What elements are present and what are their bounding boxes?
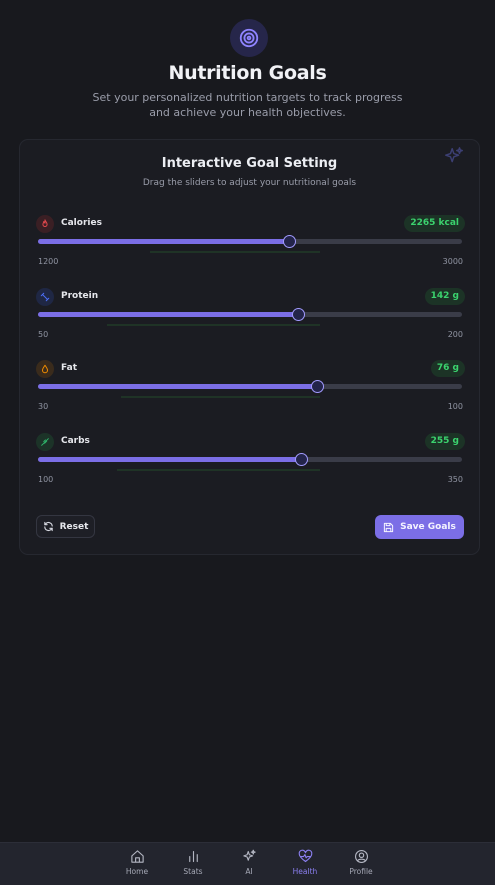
goal-value-badge: 76 g — [430, 360, 465, 377]
nav-label: Profile — [349, 867, 373, 876]
sparkles-icon — [242, 849, 256, 861]
slider-fill — [38, 457, 301, 462]
target-range-indicator — [121, 396, 320, 398]
goal-label: Carbs — [61, 436, 90, 446]
nav-item-ai[interactable]: AI — [229, 849, 269, 876]
target-range-indicator — [150, 251, 320, 253]
slider-thumb[interactable] — [282, 235, 296, 248]
carbs-slider[interactable] — [38, 453, 462, 466]
calories-slider[interactable] — [38, 235, 462, 248]
goal-label: Calories — [61, 218, 102, 228]
goal-value-badge: 2265 kcal — [404, 215, 465, 232]
card-title: Interactive Goal Setting — [161, 156, 338, 171]
goal-carbs: Carbs 255 g 100 350 — [36, 433, 465, 503]
goal-fat: Fat 76 g 30 100 — [36, 360, 465, 430]
save-goals-button[interactable]: Save Goals — [375, 515, 464, 539]
home-icon — [130, 850, 144, 863]
nav-label: Stats — [183, 867, 203, 876]
page-subtitle: Set your personalized nutrition targets … — [92, 91, 403, 119]
nav-item-stats[interactable]: Stats — [173, 849, 213, 876]
slider-fill — [38, 312, 299, 317]
nav-label: Home — [125, 867, 149, 876]
range-min-label: 30 — [38, 402, 49, 411]
goal-protein: Protein 142 g 50 200 — [36, 288, 465, 358]
heart-pulse-icon — [298, 849, 312, 863]
droplet-icon — [36, 360, 54, 378]
save-icon — [383, 522, 394, 532]
bottom-nav: Home Stats AI Health Profile — [0, 842, 495, 885]
slider-fill — [38, 384, 317, 389]
target-range-indicator — [117, 469, 320, 471]
goal-label: Protein — [61, 291, 99, 301]
save-label: Save Goals — [400, 522, 456, 532]
fat-slider[interactable] — [38, 380, 462, 393]
refresh-icon — [43, 521, 53, 532]
range-max-label: 350 — [447, 475, 463, 484]
reset-button[interactable]: Reset — [36, 515, 95, 538]
nav-item-home[interactable]: Home — [117, 849, 157, 876]
slider-thumb[interactable] — [292, 308, 306, 321]
wheat-icon — [36, 433, 54, 451]
slider-thumb[interactable] — [294, 453, 308, 466]
goal-setting-card: Interactive Goal Setting Drag the slider… — [19, 139, 480, 555]
target-icon — [230, 19, 268, 57]
range-max-label: 3000 — [442, 257, 463, 266]
page-title: Nutrition Goals — [168, 62, 327, 84]
protein-slider[interactable] — [38, 308, 462, 321]
reset-label: Reset — [59, 521, 89, 532]
nav-label: AI — [245, 867, 253, 876]
goal-label: Fat — [61, 363, 77, 373]
nav-item-health[interactable]: Health — [285, 849, 325, 876]
nav-item-profile[interactable]: Profile — [341, 849, 381, 876]
range-max-label: 100 — [447, 402, 463, 411]
goal-value-badge: 142 g — [424, 288, 465, 305]
user-circle-icon — [354, 850, 368, 863]
flame-icon — [36, 215, 54, 233]
range-min-label: 100 — [38, 475, 54, 484]
goal-value-badge: 255 g — [424, 433, 465, 450]
target-range-indicator — [107, 324, 320, 326]
dumbbell-icon — [36, 288, 54, 306]
card-subtitle: Drag the sliders to adjust your nutritio… — [142, 178, 357, 188]
slider-thumb[interactable] — [310, 380, 324, 393]
goal-calories: Calories 2265 kcal 1200 3000 — [36, 215, 465, 285]
range-max-label: 200 — [447, 330, 463, 339]
range-min-label: 50 — [38, 330, 49, 339]
range-min-label: 1200 — [38, 257, 59, 266]
bar-chart-icon — [188, 850, 198, 863]
nav-label: Health — [292, 867, 318, 876]
slider-fill — [38, 239, 289, 244]
